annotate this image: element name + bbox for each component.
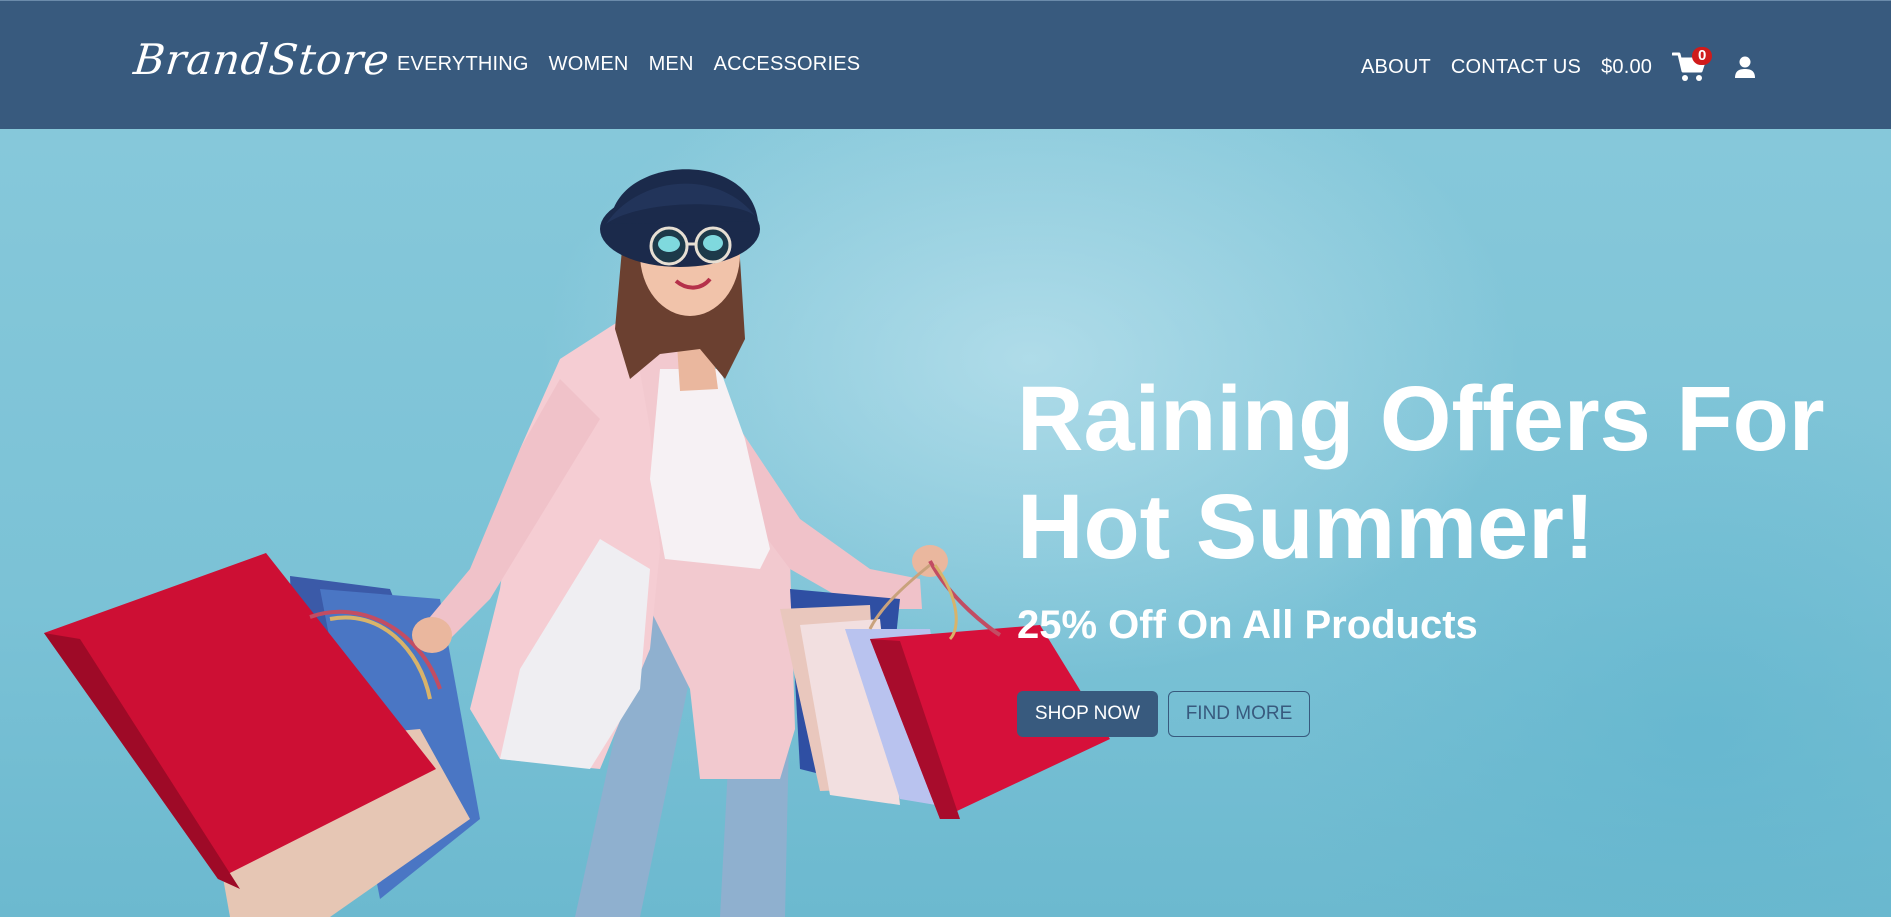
nav-link-everything[interactable]: EVERYTHING (397, 53, 529, 76)
cart-count-badge: 0 (1692, 47, 1713, 65)
nav-link-about[interactable]: ABOUT (1361, 56, 1431, 79)
hero-subtitle: 25% Off On All Products (1017, 603, 1478, 647)
hero-title: Raining Offers For Hot Summer! (1017, 368, 1825, 578)
main-nav: EVERYTHING WOMEN MEN ACCESSORIES (397, 53, 860, 76)
cart-total[interactable]: $0.00 (1601, 56, 1652, 79)
nav-link-contact-us[interactable]: CONTACT US (1451, 56, 1581, 79)
page: BrandStore EVERYTHING WOMEN MEN ACCESSOR… (0, 0, 1891, 917)
shop-now-button[interactable]: SHOP NOW (1017, 691, 1158, 737)
nav-link-women[interactable]: WOMEN (549, 53, 629, 76)
cart-button[interactable]: 0 (1671, 47, 1713, 83)
hero-banner: Raining Offers For Hot Summer! 25% Off O… (0, 129, 1891, 917)
brand-logo[interactable]: BrandStore (131, 35, 392, 84)
user-icon[interactable] (1734, 55, 1756, 79)
nav-link-accessories[interactable]: ACCESSORIES (714, 53, 861, 76)
find-more-button[interactable]: FIND MORE (1168, 691, 1310, 737)
secondary-nav: ABOUT CONTACT US $0.00 0 (1361, 47, 1756, 83)
nav-link-men[interactable]: MEN (649, 53, 694, 76)
site-header: BrandStore EVERYTHING WOMEN MEN ACCESSOR… (0, 0, 1891, 129)
